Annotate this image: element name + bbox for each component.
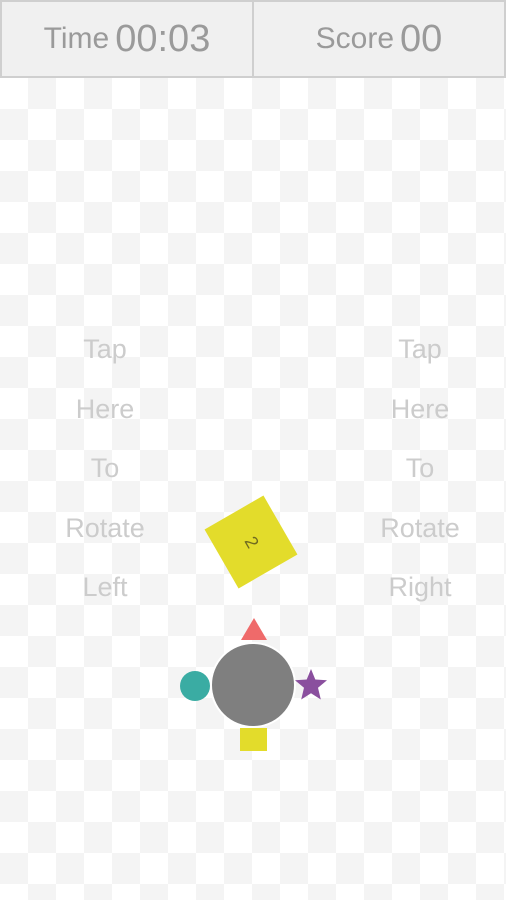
circle-icon bbox=[180, 671, 210, 701]
rotate-left-hint-word: Tap bbox=[83, 334, 127, 364]
rotate-left-hint-word: Rotate bbox=[65, 512, 145, 543]
falling-block-number: 2 bbox=[240, 532, 263, 552]
rotate-left-hint-word: Here bbox=[75, 393, 135, 424]
time-display: Time 00:03 bbox=[2, 2, 252, 76]
star-icon bbox=[295, 669, 327, 700]
rotate-right-hint-word: Here bbox=[390, 393, 450, 424]
time-value: 00:03 bbox=[115, 17, 211, 60]
time-label: Time bbox=[43, 22, 110, 55]
rotate-right-hint-word: Tap bbox=[398, 334, 442, 364]
square-icon bbox=[240, 728, 267, 751]
rotate-right-hint-word: Right bbox=[388, 572, 452, 602]
rotate-left-hint-word: Left bbox=[82, 572, 128, 602]
falling-square-block: 2 bbox=[204, 495, 298, 589]
player-core-circle bbox=[210, 642, 296, 728]
rotate-left-hint-word: To bbox=[90, 453, 120, 483]
rotate-right-hint-word: To bbox=[405, 453, 435, 483]
rotate-right-tap-zone[interactable]: Tap Here To Rotate Right bbox=[345, 320, 495, 610]
score-label: Score bbox=[315, 22, 395, 55]
player-shape-wheel bbox=[178, 615, 328, 755]
rotate-right-hint-word: Rotate bbox=[380, 512, 460, 543]
score-value: 00 bbox=[400, 17, 443, 60]
rotate-left-tap-zone[interactable]: Tap Here To Rotate Left bbox=[30, 320, 180, 610]
triangle-icon bbox=[241, 618, 267, 640]
hud-bar: Time 00:03 Score 00 bbox=[0, 0, 506, 78]
score-display: Score 00 bbox=[252, 2, 504, 76]
